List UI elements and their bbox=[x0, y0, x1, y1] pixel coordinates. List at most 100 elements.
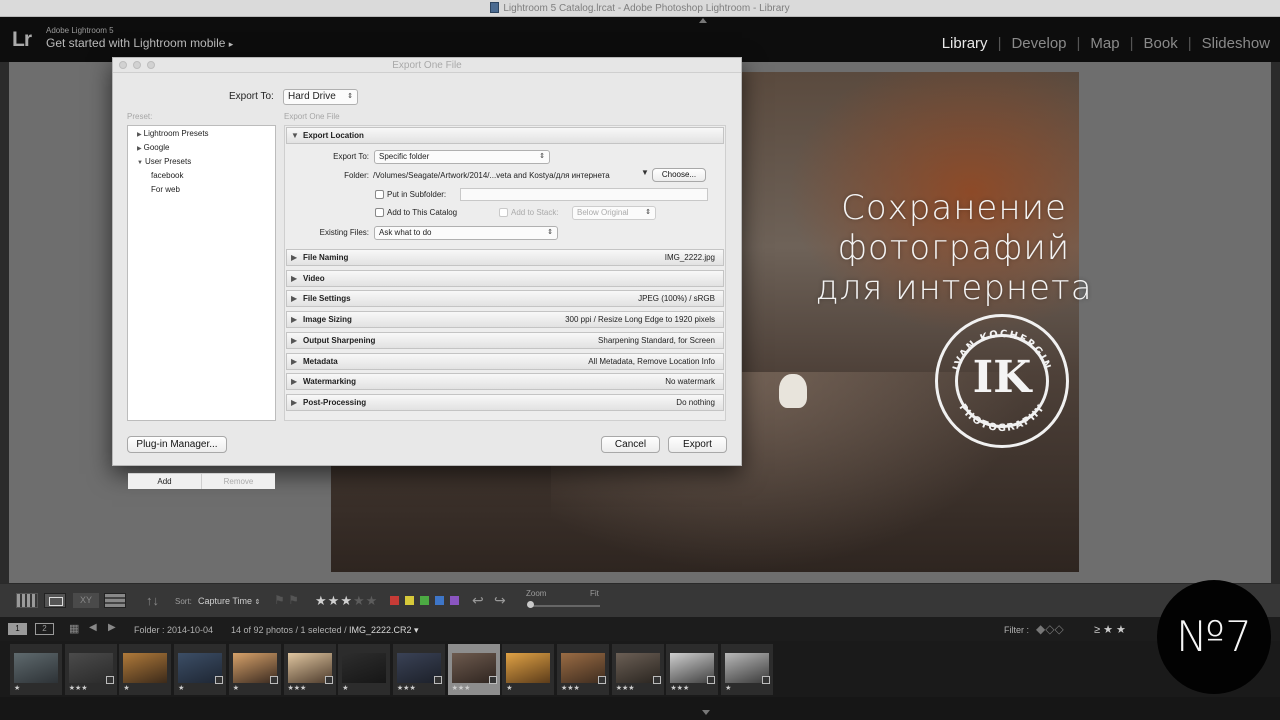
star-icon[interactable]: ★ bbox=[328, 593, 341, 608]
export-location-select[interactable]: Specific folder ⇕ bbox=[374, 150, 550, 164]
section-video[interactable]: ▶ Video bbox=[286, 269, 724, 287]
module-library[interactable]: Library bbox=[932, 35, 998, 52]
add-to-stack-checkbox[interactable] bbox=[499, 208, 508, 217]
plugin-manager-button[interactable]: Plug-in Manager... bbox=[127, 436, 227, 453]
compare-view-icon[interactable]: XY bbox=[73, 593, 99, 608]
section-file-settings[interactable]: ▶ File Settings JPEG (100%) / sRGB bbox=[286, 290, 724, 308]
section-metadata[interactable]: ▶ Metadata All Metadata, Remove Location I… bbox=[286, 352, 724, 370]
rating-stars[interactable]: ★★★★★ bbox=[315, 593, 378, 609]
stack-position-select[interactable]: Below Original ⇕ bbox=[572, 206, 656, 220]
module-develop[interactable]: Develop bbox=[1001, 35, 1076, 52]
preset-item[interactable]: ▼ User Presets bbox=[137, 157, 191, 166]
flag-icon[interactable]: ⚑ ⚑ bbox=[274, 593, 299, 607]
filmstrip-thumbnail[interactable]: ★★★ bbox=[392, 644, 445, 695]
zoom-slider[interactable] bbox=[528, 605, 600, 607]
add-to-catalog-checkbox[interactable] bbox=[375, 208, 384, 217]
sort-direction-icon[interactable]: ↑↓ bbox=[146, 593, 159, 608]
selected-filename[interactable]: IMG_2222.CR2 ▾ bbox=[349, 625, 419, 636]
forward-arrow-icon[interactable]: ▶ bbox=[108, 622, 116, 633]
filmstrip-thumbnail[interactable]: ★ bbox=[119, 644, 172, 695]
section-output-sharpening[interactable]: ▶ Output Sharpening Sharpening Standard, f… bbox=[286, 331, 724, 349]
cancel-button[interactable]: Cancel bbox=[601, 436, 660, 453]
module-book[interactable]: Book bbox=[1134, 35, 1188, 52]
section-watermarking[interactable]: ▶ Watermarking No watermark bbox=[286, 373, 724, 391]
subfolder-input[interactable] bbox=[460, 188, 708, 201]
section-post-processing[interactable]: ▶ Post-Processing Do nothing bbox=[286, 393, 724, 411]
folder-path: /Volumes/Seagate/Artwork/2014/...veta an… bbox=[373, 171, 610, 180]
rotate-right-icon[interactable]: ↪ bbox=[494, 592, 506, 609]
color-label-swatch[interactable] bbox=[420, 596, 429, 605]
collapse-filmstrip-icon[interactable] bbox=[702, 710, 710, 715]
section-title: File Settings bbox=[303, 294, 351, 304]
zoom-window-icon[interactable] bbox=[147, 61, 155, 69]
flag-filter-icon[interactable]: ◆◇◇ bbox=[1036, 622, 1064, 636]
minimize-window-icon[interactable] bbox=[133, 61, 141, 69]
section-file-naming[interactable]: ▶ File Naming IMG_2222.jpg bbox=[286, 249, 724, 266]
folder-history-icon[interactable]: ▼ bbox=[641, 168, 649, 177]
filmstrip-thumbnail[interactable]: ★★★ bbox=[557, 644, 609, 695]
rotate-left-icon[interactable]: ↩ bbox=[472, 592, 484, 609]
left-panel-collapsed[interactable] bbox=[0, 62, 9, 583]
filmstrip-thumbnail[interactable]: ★ bbox=[228, 644, 281, 695]
export-dialog: Export One File Export To: Hard Drive ⇕ P… bbox=[112, 57, 742, 489]
preset-item[interactable]: For web bbox=[151, 185, 180, 194]
remove-preset-button[interactable]: Remove bbox=[202, 473, 275, 489]
rating-filter[interactable]: ≥ ★ ★ bbox=[1094, 623, 1126, 636]
section-title: Watermarking bbox=[303, 377, 357, 387]
star-icon[interactable]: ★ bbox=[340, 593, 353, 608]
preset-item[interactable]: ▶ Lightroom Presets bbox=[137, 129, 209, 138]
close-window-icon[interactable] bbox=[119, 61, 127, 69]
star-icon[interactable]: ★ bbox=[315, 593, 328, 608]
disclosure-down-icon[interactable]: ▼ bbox=[137, 160, 143, 166]
grid-view-icon[interactable] bbox=[16, 593, 38, 608]
seal-bottom-text: PHOTOGRAPHY bbox=[957, 402, 1048, 434]
filmstrip-thumbnail[interactable]: ★ bbox=[338, 644, 391, 695]
filmstrip-thumbnail[interactable]: ★★★ bbox=[447, 644, 500, 695]
preset-item[interactable]: ▶ Google bbox=[137, 143, 169, 152]
collapse-top-panel-icon[interactable] bbox=[699, 18, 707, 23]
subfolder-checkbox[interactable] bbox=[375, 190, 384, 199]
secondary-display-button[interactable]: 2 bbox=[35, 623, 54, 635]
filmstrip-thumbnail[interactable]: ★ bbox=[174, 644, 227, 695]
section-summary: 300 ppi / Resize Long Edge to 1920 pixel… bbox=[565, 315, 715, 325]
star-icon[interactable]: ★ bbox=[366, 593, 379, 608]
filmstrip-thumbnail[interactable]: ★★★ bbox=[283, 644, 336, 695]
sort-select[interactable]: Capture Time ⇕ bbox=[198, 596, 260, 606]
add-preset-button[interactable]: Add bbox=[128, 473, 202, 489]
export-button[interactable]: Export bbox=[668, 436, 727, 453]
primary-display-button[interactable]: 1 bbox=[8, 623, 27, 635]
color-label-swatch[interactable] bbox=[450, 596, 459, 605]
mobile-promo-link[interactable]: Get started with Lightroom mobile ▸ bbox=[46, 36, 233, 50]
right-panel-collapsed[interactable] bbox=[1271, 62, 1280, 583]
disclosure-right-icon[interactable]: ▶ bbox=[137, 132, 142, 138]
module-slideshow[interactable]: Slideshow bbox=[1192, 35, 1280, 52]
filmstrip-thumbnail[interactable]: ★ bbox=[502, 644, 555, 695]
section-image-sizing[interactable]: ▶ Image Sizing 300 ppi / Resize Long Edge … bbox=[286, 311, 724, 329]
color-label-swatch[interactable] bbox=[390, 596, 399, 605]
zoom-slider-knob[interactable] bbox=[527, 601, 534, 608]
color-label-swatch[interactable] bbox=[435, 596, 444, 605]
color-label-swatch[interactable] bbox=[405, 596, 414, 605]
folder-source[interactable]: Folder : 2014-10-04 bbox=[134, 625, 213, 635]
export-target-select[interactable]: Hard Drive ⇕ bbox=[283, 89, 358, 105]
existing-files-select[interactable]: Ask what to do ⇕ bbox=[374, 226, 558, 240]
section-summary: No watermark bbox=[665, 377, 715, 387]
overlay-line-1: Сохранение фотографий bbox=[837, 188, 1071, 268]
filmstrip-thumbnail[interactable]: ★★★ bbox=[64, 644, 117, 695]
thumbnail-rating: ★ bbox=[725, 685, 732, 692]
grid-icon[interactable]: ▦ bbox=[69, 622, 79, 635]
survey-view-icon[interactable] bbox=[104, 593, 126, 608]
filmstrip-thumbnail[interactable]: ★ bbox=[10, 644, 62, 695]
star-icon[interactable]: ★ bbox=[353, 593, 366, 608]
filmstrip-thumbnail[interactable]: ★★★ bbox=[666, 644, 719, 695]
disclosure-right-icon[interactable]: ▶ bbox=[137, 146, 142, 152]
back-arrow-icon[interactable]: ◀ bbox=[89, 622, 97, 633]
filmstrip-thumbnail[interactable]: ★ bbox=[721, 644, 774, 695]
choose-folder-button[interactable]: Choose... bbox=[652, 168, 706, 182]
edited-badge-icon bbox=[324, 676, 333, 684]
module-map[interactable]: Map bbox=[1080, 35, 1129, 52]
preset-item[interactable]: facebook bbox=[151, 171, 183, 180]
section-export-location[interactable]: ▼ Export Location bbox=[286, 127, 724, 144]
filmstrip-thumbnail[interactable]: ★★★ bbox=[611, 644, 664, 695]
loupe-view-icon[interactable] bbox=[44, 593, 66, 608]
